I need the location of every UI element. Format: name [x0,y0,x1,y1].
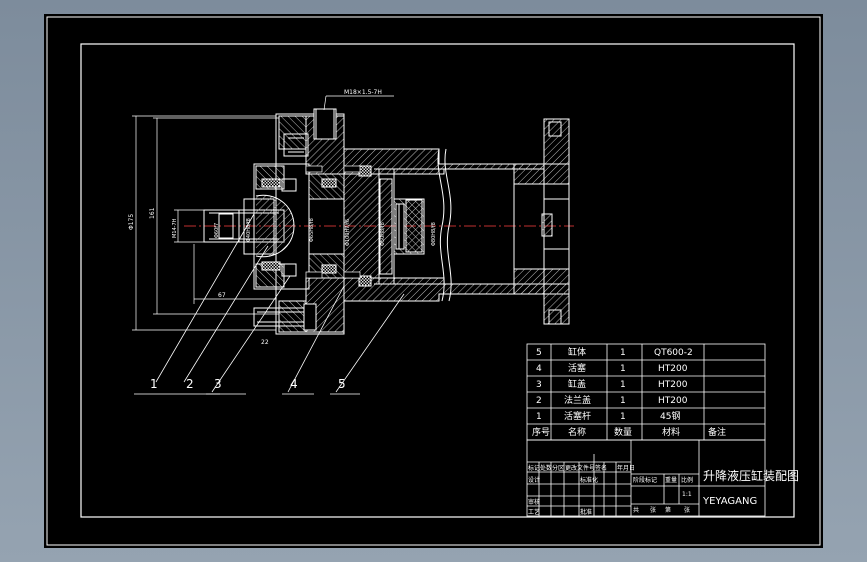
part-3-qty: 1 [620,380,626,390]
part-5-name: 缸体 [568,346,586,358]
tb-cell-no: 第 [665,506,671,514]
dim-rod-dia: Φ60f7 [214,223,220,238]
part-1-qty: 1 [620,412,626,422]
drawing-title: 升降液压缸装配图 [703,468,799,483]
balloon-1: 1 [150,377,158,391]
header-no: 序号 [532,426,550,438]
dim-cover-fit: Φ65H8/f8 [309,218,315,242]
cad-drawing: M18×1.5-7H Φ175 161 M14-7H Φ60f7 Φ40H8/f… [46,16,821,546]
thread-callout: M18×1.5-7H [344,89,382,96]
dim-length-b: 22 [261,339,269,346]
part-5-no: 5 [536,348,542,358]
drawing-sheet: M18×1.5-7H Φ175 161 M14-7H Φ60f7 Φ40H8/f… [44,14,823,548]
parts-table [526,343,766,441]
balloon-4: 4 [290,377,298,391]
header-note: 备注 [708,426,726,438]
tb-cell-scale: 比例 [681,476,693,484]
part-4-material: HT200 [658,364,688,374]
tb-cell-standard: 标准化 [580,476,598,484]
tb-cell-zone: 分区 [552,464,564,472]
part-2-no: 2 [536,396,542,406]
tb-cell-approve: 批准 [580,508,592,516]
tb-cell-weight: 重量 [665,476,677,484]
part-1-material: 45钢 [660,410,680,422]
header-name: 名称 [568,426,586,438]
dim-length-a: 67 [218,292,226,299]
tb-cell-signature: 签名 [595,464,607,472]
balloon-3: 3 [214,377,222,391]
header-material: 材料 [662,426,680,438]
header-qty: 数量 [614,426,632,438]
assembly-view [132,95,574,395]
tb-cell-sheets-2: 张 [684,506,690,514]
part-4-qty: 1 [620,364,626,374]
tb-cell-design: 设计 [528,476,540,484]
part-2-name: 法兰盖 [564,394,591,406]
part-2-material: HT200 [658,396,688,406]
tb-cell-total: 共 [633,506,639,514]
tb-cell-mark: 标记 [528,464,540,472]
part-1-name: 活塞杆 [564,410,591,422]
balloon-5: 5 [338,377,346,391]
tb-cell-count: 处数 [540,464,552,472]
part-1-no: 1 [536,412,542,422]
dim-rod-thread: M14-7H [172,218,178,238]
tb-cell-stage: 阶段标记 [633,476,657,484]
dim-bolt-circle: 161 [149,207,156,219]
dim-bore: Φ80H8/f8 [431,222,437,246]
tb-cell-process: 工艺 [528,508,540,516]
dim-inner-dia-1: Φ40H8/f8 [246,218,252,242]
dim-piston-fit-2: Φ50H8/f8 [380,222,386,246]
part-3-name: 缸盖 [568,378,586,390]
tb-cell-sheets-1: 张 [650,506,656,514]
tb-cell-review: 审核 [528,498,540,506]
part-5-qty: 1 [620,348,626,358]
part-3-no: 3 [536,380,542,390]
part-4-no: 4 [536,364,542,374]
part-5-material: QT600-2 [654,348,693,358]
tb-cell-date: 年月日 [617,464,635,472]
part-2-qty: 1 [620,396,626,406]
dim-overall-height: Φ175 [128,214,135,230]
part-4-name: 活塞 [568,362,586,374]
dim-piston-fit-1: Φ100H7/f6 [345,219,351,246]
tb-cell-change-doc: 更改文件号 [565,464,595,472]
tb-cell-scale-value: 1:1 [682,491,692,498]
balloon-2: 2 [186,377,194,391]
part-3-material: HT200 [658,380,688,390]
drawing-code: YEYAGANG [702,496,757,507]
